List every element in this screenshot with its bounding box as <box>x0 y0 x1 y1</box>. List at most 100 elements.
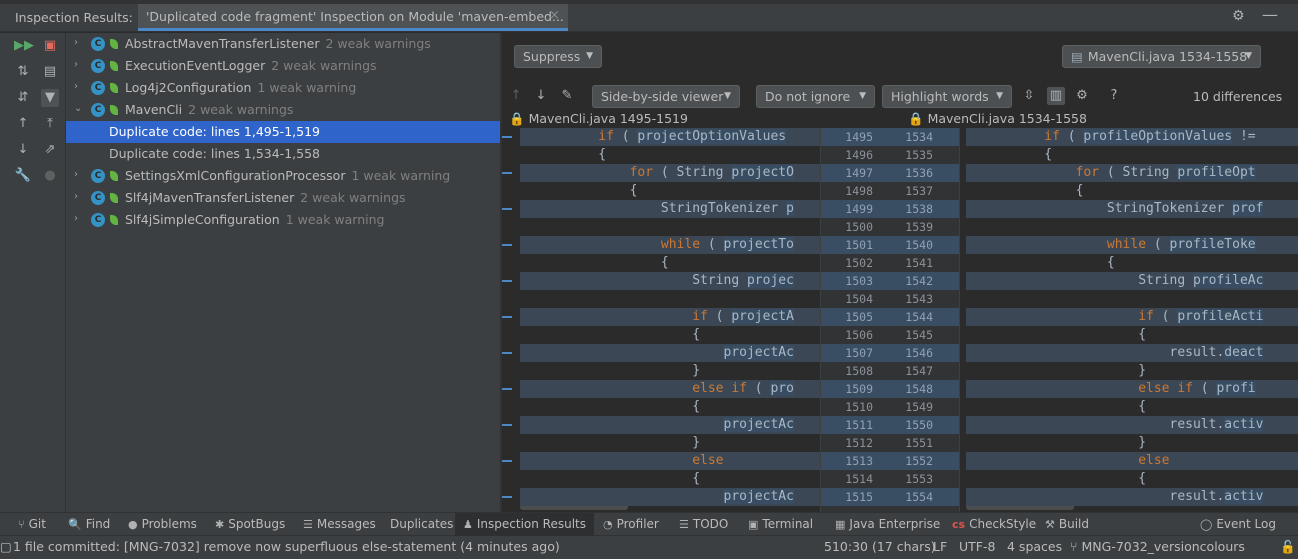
leaf-icon <box>110 83 118 93</box>
left-code-line: projectAc <box>520 488 820 506</box>
chevron-right-icon[interactable]: › <box>74 81 86 92</box>
tool-tab[interactable]: ◯ Event Log <box>1200 517 1276 531</box>
tool-tab[interactable]: 🔍 Find <box>68 517 110 531</box>
chevron-right-icon[interactable]: › <box>74 213 86 224</box>
left-code-line: while ( projectTo <box>520 236 820 254</box>
tool-tab-label: TODO <box>692 517 729 531</box>
diff-code-area[interactable]: if ( projectOptionValues { for ( String … <box>502 128 1298 512</box>
lock-icon: 🔒 <box>509 111 525 126</box>
tool-tab[interactable]: ◔ Profiler <box>603 517 659 531</box>
right-line-number: 1549 <box>905 400 933 414</box>
chevron-right-icon[interactable]: › <box>74 191 86 202</box>
file-select-dropdown[interactable]: ▤ MavenCli.java 1534-1558 ▼ <box>1062 45 1261 68</box>
chevron-right-icon[interactable]: › <box>74 37 86 48</box>
tab-inspection[interactable]: 'Duplicated code fragment' Inspection on… <box>138 4 568 31</box>
change-marker[interactable] <box>502 316 512 318</box>
tool-tab[interactable]: ♟ Inspection Results <box>455 513 594 536</box>
collapse-unchanged-icon[interactable]: ⇳ <box>1020 87 1038 105</box>
lock-icon[interactable]: 🔓 <box>1280 539 1296 555</box>
changed-identifier: projec <box>746 273 794 288</box>
change-marker[interactable] <box>502 280 512 282</box>
minimize-icon[interactable]: — <box>1262 5 1278 24</box>
tree-item-class[interactable]: › C Slf4jSimpleConfiguration 1 weak warning <box>66 209 500 231</box>
change-marker[interactable] <box>502 496 512 498</box>
caret-position[interactable]: 510:30 (17 chars) <box>824 539 936 554</box>
sync-scroll-icon[interactable]: ▥ <box>1047 87 1065 105</box>
tree-item-class[interactable]: › C ExecutionEventLogger 2 weak warnings <box>66 55 500 77</box>
indent-setting[interactable]: 4 spaces <box>1007 539 1062 554</box>
settings-icon[interactable]: ⚙ <box>1073 87 1091 105</box>
filter-icon[interactable]: ▼ <box>41 89 59 107</box>
change-marker[interactable] <box>502 352 512 354</box>
right-code-line: StringTokenizer prof <box>966 200 1298 218</box>
chevron-right-icon[interactable]: › <box>74 59 86 70</box>
line-separator[interactable]: LF <box>933 539 947 554</box>
stop-icon[interactable]: ▣ <box>41 37 59 55</box>
bulb-icon[interactable]: ● <box>41 167 59 185</box>
tree-item-duplicate[interactable]: Duplicate code: lines 1,534-1,558 <box>66 143 500 165</box>
tool-tab[interactable]: cs CheckStyle <box>952 517 1036 531</box>
edit-icon[interactable]: ✎ <box>558 87 576 105</box>
tool-tab[interactable]: ● Problems <box>128 517 197 531</box>
arrow-up-icon[interactable]: ↑ <box>14 115 32 133</box>
tree-item-class[interactable]: › C Slf4jMavenTransferListener 2 weak warni… <box>66 187 500 209</box>
tool-tab[interactable]: ✱ SpotBugs <box>215 517 285 531</box>
ignore-dropdown[interactable]: Do not ignore ▼ <box>756 85 875 108</box>
left-line-number: 1505 <box>821 308 891 326</box>
code-text: ( <box>613 129 638 144</box>
autoscroll-icon[interactable]: ⤒ <box>41 115 59 133</box>
prev-diff-icon[interactable]: ↑ <box>507 87 525 105</box>
tree-item-class[interactable]: › C Log4j2Configuration 1 weak warning <box>66 77 500 99</box>
gear-icon[interactable]: ⚙ <box>1232 8 1245 24</box>
highlight-dropdown[interactable]: Highlight words ▼ <box>882 85 1012 108</box>
wrench-icon[interactable]: 🔧 <box>14 167 32 185</box>
change-marker[interactable] <box>502 424 512 426</box>
arrow-down-icon[interactable]: ↓ <box>14 141 32 159</box>
tool-tab[interactable]: ▣ Terminal <box>748 517 813 531</box>
tree-item-class[interactable]: ⌄ C MavenCli 2 weak warnings <box>66 99 500 121</box>
export-icon[interactable]: ⇗ <box>41 141 59 159</box>
tool-tab[interactable]: ☰ TODO <box>679 517 728 531</box>
tool-tab[interactable]: ▦ Java Enterprise <box>835 517 940 531</box>
tool-tab[interactable]: ⚒ Build <box>1045 517 1089 531</box>
collapse-all-icon[interactable]: ⇵ <box>14 89 32 107</box>
change-marker[interactable] <box>502 460 512 462</box>
viewer-dropdown[interactable]: Side-by-side viewer ▼ <box>592 85 740 108</box>
left-code-line <box>520 218 820 236</box>
file-encoding[interactable]: UTF-8 <box>959 539 995 554</box>
change-marker[interactable] <box>502 244 512 246</box>
change-marker[interactable] <box>502 388 512 390</box>
status-message[interactable]: 1 file committed: [MNG-7032] remove now … <box>13 539 560 554</box>
tree-item-name: Slf4jMavenTransferListener 2 weak warning… <box>125 190 406 205</box>
change-marker[interactable] <box>502 172 512 174</box>
help-icon[interactable]: ? <box>1105 87 1123 105</box>
highlight-label: Highlight words <box>891 89 989 104</box>
code-text: StringTokenizer <box>1106 201 1233 216</box>
chevron-down-icon[interactable]: ⌄ <box>74 103 86 114</box>
tool-tab-icon: ● <box>128 518 138 531</box>
tree-item-class[interactable]: › C AbstractMavenTransferListener 2 weak wa… <box>66 33 500 55</box>
tree-item-class[interactable]: › C SettingsXmlConfigurationProcessor 1 wea… <box>66 165 500 187</box>
tree-item-duplicate[interactable]: Duplicate code: lines 1,495-1,519 <box>66 121 500 143</box>
tool-tab[interactable]: Duplicates <box>390 517 453 531</box>
code-text: { <box>1138 327 1147 342</box>
branch-widget[interactable]: ⑂ MNG-7032_versioncolours <box>1070 539 1245 554</box>
suppress-button[interactable]: Suppress ▼ <box>514 45 602 68</box>
rerun-icon[interactable]: ▶▶ <box>14 37 34 55</box>
change-marker[interactable] <box>502 208 512 210</box>
next-diff-icon[interactable]: ↓ <box>532 87 550 105</box>
tool-tab[interactable]: ⑂ Git <box>18 517 46 531</box>
left-line-number: 1502 <box>845 256 873 270</box>
expand-all-icon[interactable]: ⇅ <box>14 63 32 81</box>
close-icon[interactable]: × <box>549 8 560 23</box>
tool-tab[interactable]: ☰ Messages <box>303 517 376 531</box>
changed-identifier: prof <box>1232 201 1264 216</box>
class-icon: C <box>91 59 105 73</box>
right-line-number: 1540 <box>891 236 959 254</box>
chevron-right-icon[interactable]: › <box>74 169 86 180</box>
group-icon[interactable]: ▤ <box>41 63 59 81</box>
tree-item-label: Duplicate code: lines 1,495-1,519 <box>109 124 320 139</box>
change-marker[interactable] <box>502 136 512 138</box>
